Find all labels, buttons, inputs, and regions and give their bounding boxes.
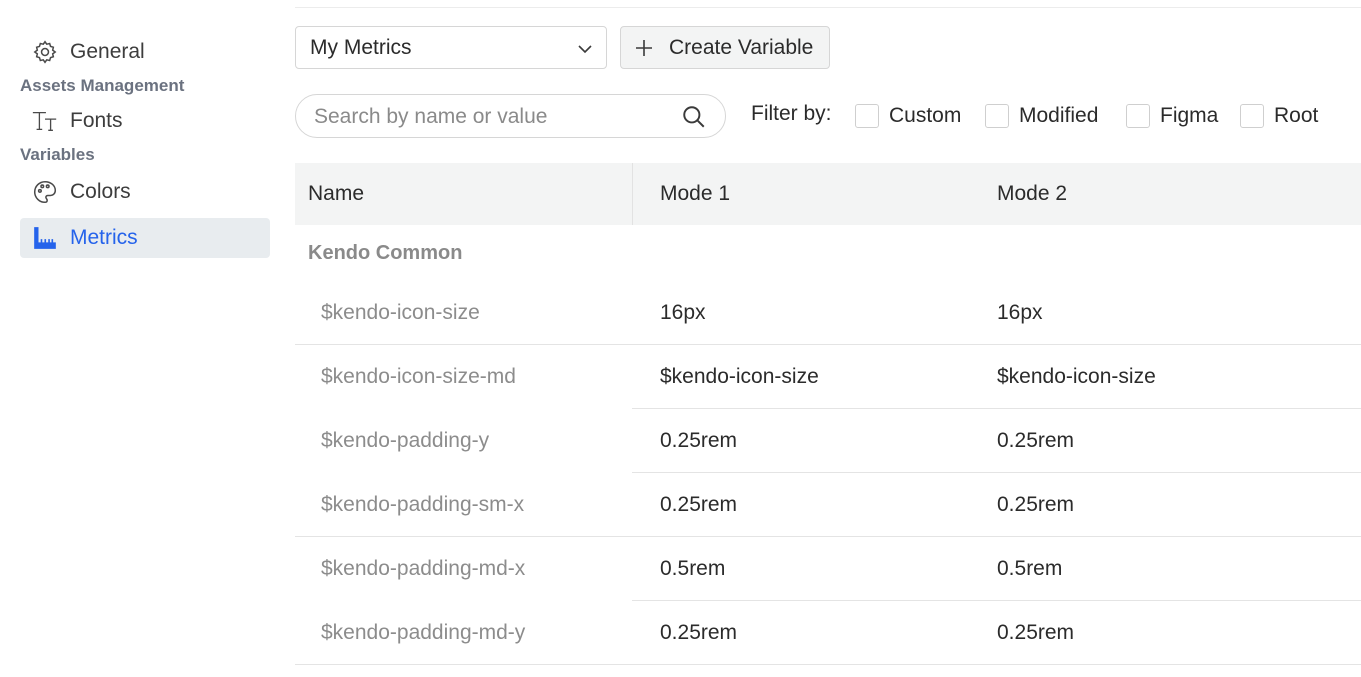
sidebar-item-metrics[interactable]: Metrics [20, 218, 270, 258]
text-size-icon [31, 107, 59, 135]
mode-1-value[interactable]: $kendo-icon-size [660, 345, 819, 408]
filter-modified[interactable]: Modified [985, 102, 1098, 130]
mode-2-value[interactable]: 0.25rem [997, 601, 1074, 664]
search-input[interactable] [314, 103, 674, 131]
table-row[interactable]: $kendo-padding-sm-x 0.25rem 0.25rem [295, 473, 1361, 537]
collection-select-value: My Metrics [310, 35, 412, 59]
variable-name: $kendo-icon-size-md [321, 365, 516, 388]
variable-name: $kendo-padding-md-y [321, 621, 526, 644]
filter-custom[interactable]: Custom [855, 102, 961, 130]
variables-table: Name Mode 1 Mode 2 Kendo Common $kendo-i… [295, 163, 1361, 665]
palette-icon [31, 178, 59, 206]
table-row[interactable]: $kendo-icon-size-md $kendo-icon-size $ke… [295, 345, 1361, 409]
variable-name: $kendo-padding-y [321, 429, 490, 452]
sidebar-item-colors[interactable]: Colors [20, 172, 270, 212]
mode-1-value[interactable]: 0.25rem [660, 601, 737, 664]
filter-label: Filter by: [751, 102, 832, 125]
mode-1-value[interactable]: 0.25rem [660, 473, 737, 536]
mode-2-value[interactable]: 0.25rem [997, 409, 1074, 472]
gear-icon [31, 38, 59, 66]
mode-2-value[interactable]: $kendo-icon-size [997, 345, 1156, 408]
column-divider[interactable] [632, 163, 633, 225]
filter-figma[interactable]: Figma [1126, 102, 1218, 130]
filter-custom-checkbox[interactable] [855, 104, 879, 128]
mode-1-value[interactable]: 16px [660, 281, 706, 344]
filter-root-label: Root [1274, 104, 1319, 127]
filter-modified-label: Modified [1019, 104, 1099, 127]
filter-root[interactable]: Root [1240, 102, 1318, 130]
mode-1-value[interactable]: 0.5rem [660, 537, 725, 600]
group-label-variables: Variables [20, 145, 95, 164]
filter-custom-label: Custom [889, 104, 962, 127]
filter-figma-checkbox[interactable] [1126, 104, 1150, 128]
group-label-assets: Assets Management [20, 76, 185, 95]
table-row[interactable]: $kendo-padding-md-x 0.5rem 0.5rem [295, 537, 1361, 601]
row-divider [295, 664, 632, 665]
sidebar: General Assets Management Fonts Variable… [20, 30, 270, 258]
column-header-name[interactable]: Name [308, 163, 364, 225]
sidebar-item-label: Colors [70, 180, 131, 203]
table-header: Name Mode 1 Mode 2 [295, 163, 1361, 225]
create-variable-label: Create Variable [669, 35, 814, 59]
top-divider [295, 7, 1361, 8]
create-variable-button[interactable]: Create Variable [620, 26, 830, 69]
variable-name: $kendo-padding-sm-x [321, 493, 525, 516]
table-row[interactable]: $kendo-padding-md-y 0.25rem 0.25rem [295, 601, 1361, 665]
mode-2-value[interactable]: 16px [997, 281, 1043, 344]
mode-1-value[interactable]: 0.25rem [660, 409, 737, 472]
plus-icon [636, 39, 652, 56]
sidebar-item-fonts[interactable]: Fonts [20, 101, 270, 141]
table-row[interactable]: $kendo-padding-y 0.25rem 0.25rem [295, 409, 1361, 473]
filter-modified-checkbox[interactable] [985, 104, 1009, 128]
sidebar-item-general[interactable]: General [20, 32, 270, 72]
ruler-icon [31, 224, 59, 252]
row-divider [632, 664, 1361, 665]
column-header-mode-2[interactable]: Mode 2 [997, 163, 1067, 225]
table-row[interactable]: $kendo-icon-size 16px 16px [295, 281, 1361, 345]
variable-name: $kendo-padding-md-x [321, 557, 526, 580]
sidebar-item-label: Fonts [70, 109, 123, 132]
filter-root-checkbox[interactable] [1240, 104, 1264, 128]
group-row-kendo-common[interactable]: Kendo Common [295, 225, 1361, 281]
chevron-down-icon [578, 45, 592, 54]
variable-name: $kendo-icon-size [321, 301, 480, 324]
filter-figma-label: Figma [1160, 104, 1219, 127]
sidebar-item-label: General [70, 40, 145, 63]
search-box [295, 94, 726, 138]
sidebar-item-label: Metrics [70, 226, 138, 249]
collection-select[interactable]: My Metrics [295, 26, 607, 69]
mode-2-value[interactable]: 0.25rem [997, 473, 1074, 536]
search-icon[interactable] [681, 104, 707, 130]
mode-2-value[interactable]: 0.5rem [997, 537, 1062, 600]
column-header-mode-1[interactable]: Mode 1 [660, 163, 730, 225]
